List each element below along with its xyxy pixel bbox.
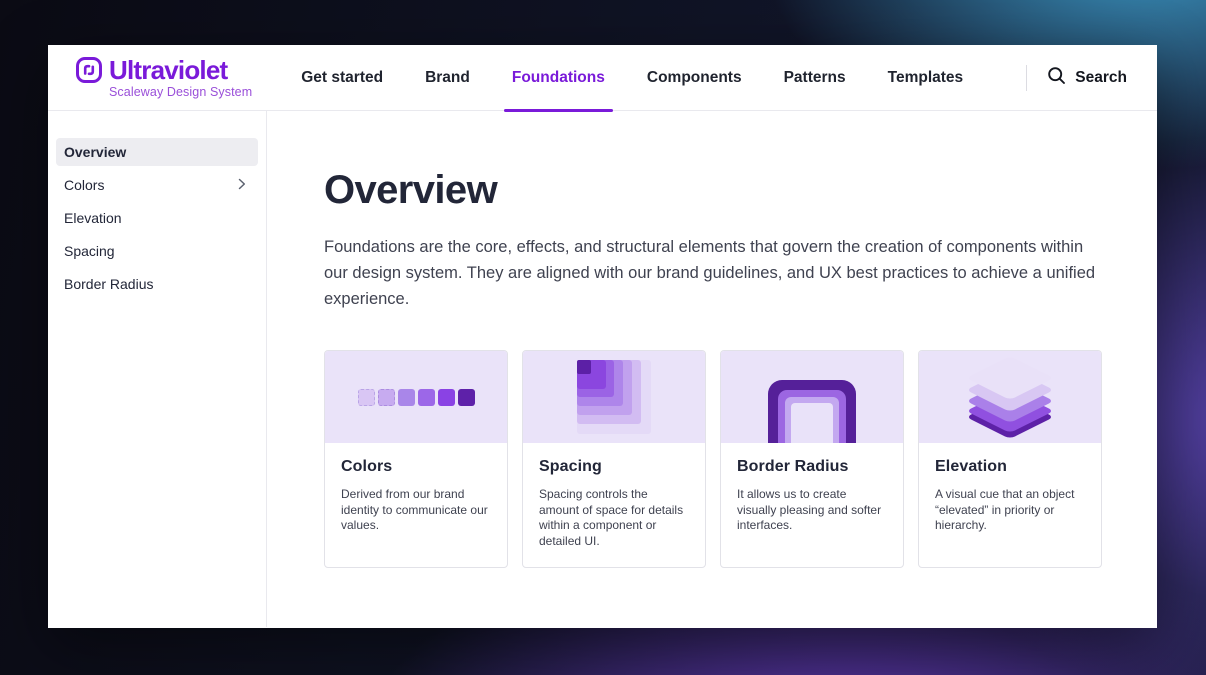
- nav-item-get-started[interactable]: Get started: [280, 45, 404, 111]
- site-header: Ultraviolet Scaleway Design System Get s…: [48, 45, 1157, 111]
- browser-window: Ultraviolet Scaleway Design System Get s…: [48, 45, 1157, 628]
- sidebar-item-border-radius[interactable]: Border Radius: [56, 270, 258, 298]
- header-right: Search: [1026, 65, 1127, 91]
- brand-name: Ultraviolet: [109, 57, 252, 83]
- sidebar-item-label: Spacing: [64, 243, 115, 259]
- card-border-radius[interactable]: Border Radius It allows us to create vis…: [720, 350, 904, 568]
- rounded-frames-icon: [768, 380, 856, 443]
- main-content: Overview Foundations are the core, effec…: [267, 111, 1157, 627]
- window-body: Overview Colors Elevation Spacing Border…: [48, 111, 1157, 627]
- brand-tagline: Scaleway Design System: [109, 85, 252, 99]
- sidebar-item-label: Overview: [64, 144, 126, 160]
- sidebar-item-elevation[interactable]: Elevation: [56, 204, 258, 232]
- nav-item-templates[interactable]: Templates: [867, 45, 985, 111]
- stacked-layers-icon: [945, 351, 1075, 443]
- card-description: It allows us to create visually pleasing…: [737, 487, 887, 534]
- card-spacing-illustration: [523, 351, 705, 443]
- sidebar-item-overview[interactable]: Overview: [56, 138, 258, 166]
- nav-item-patterns[interactable]: Patterns: [763, 45, 867, 111]
- sidebar-item-label: Border Radius: [64, 276, 154, 292]
- card-elevation-illustration: [919, 351, 1101, 443]
- card-body: Spacing Spacing controls the amount of s…: [523, 443, 705, 567]
- search-label: Search: [1075, 69, 1127, 87]
- intro-paragraph: Foundations are the core, effects, and s…: [324, 234, 1110, 312]
- search-icon: [1047, 66, 1066, 90]
- card-title: Colors: [341, 458, 491, 476]
- card-colors-illustration: [325, 351, 507, 443]
- card-colors[interactable]: Colors Derived from our brand identity t…: [324, 350, 508, 568]
- sidebar-item-label: Colors: [64, 177, 104, 193]
- sidebar-item-colors[interactable]: Colors: [56, 171, 258, 199]
- card-body: Elevation A visual cue that an object “e…: [919, 443, 1101, 552]
- search-button[interactable]: Search: [1047, 66, 1127, 90]
- card-spacing[interactable]: Spacing Spacing controls the amount of s…: [522, 350, 706, 568]
- card-border-radius-illustration: [721, 351, 903, 443]
- nav-item-brand[interactable]: Brand: [404, 45, 491, 111]
- card-description: Derived from our brand identity to commu…: [341, 487, 491, 534]
- card-title: Border Radius: [737, 458, 887, 476]
- main-nav: Get started Brand Foundations Components…: [280, 45, 984, 111]
- chevron-right-icon: [238, 177, 246, 193]
- card-description: A visual cue that an object “elevated” i…: [935, 487, 1085, 534]
- nav-item-components[interactable]: Components: [626, 45, 763, 111]
- card-elevation[interactable]: Elevation A visual cue that an object “e…: [918, 350, 1102, 568]
- sidebar: Overview Colors Elevation Spacing Border…: [48, 111, 267, 627]
- card-body: Border Radius It allows us to create vis…: [721, 443, 903, 552]
- card-title: Spacing: [539, 458, 689, 476]
- card-body: Colors Derived from our brand identity t…: [325, 443, 507, 552]
- page-title: Overview: [324, 169, 1157, 211]
- nested-squares-icon: [577, 360, 651, 434]
- card-description: Spacing controls the amount of space for…: [539, 487, 689, 549]
- ultraviolet-logo-icon: [76, 57, 102, 88]
- nav-item-foundations[interactable]: Foundations: [491, 45, 626, 111]
- foundation-cards: Colors Derived from our brand identity t…: [324, 350, 1157, 568]
- header-divider: [1026, 65, 1027, 91]
- color-swatches-icon: [358, 389, 475, 406]
- sidebar-item-label: Elevation: [64, 210, 122, 226]
- brand-logo[interactable]: Ultraviolet Scaleway Design System: [76, 57, 252, 99]
- sidebar-item-spacing[interactable]: Spacing: [56, 237, 258, 265]
- desktop-background: { "brand": { "name": "Ultraviolet", "tag…: [0, 0, 1206, 675]
- card-title: Elevation: [935, 458, 1085, 476]
